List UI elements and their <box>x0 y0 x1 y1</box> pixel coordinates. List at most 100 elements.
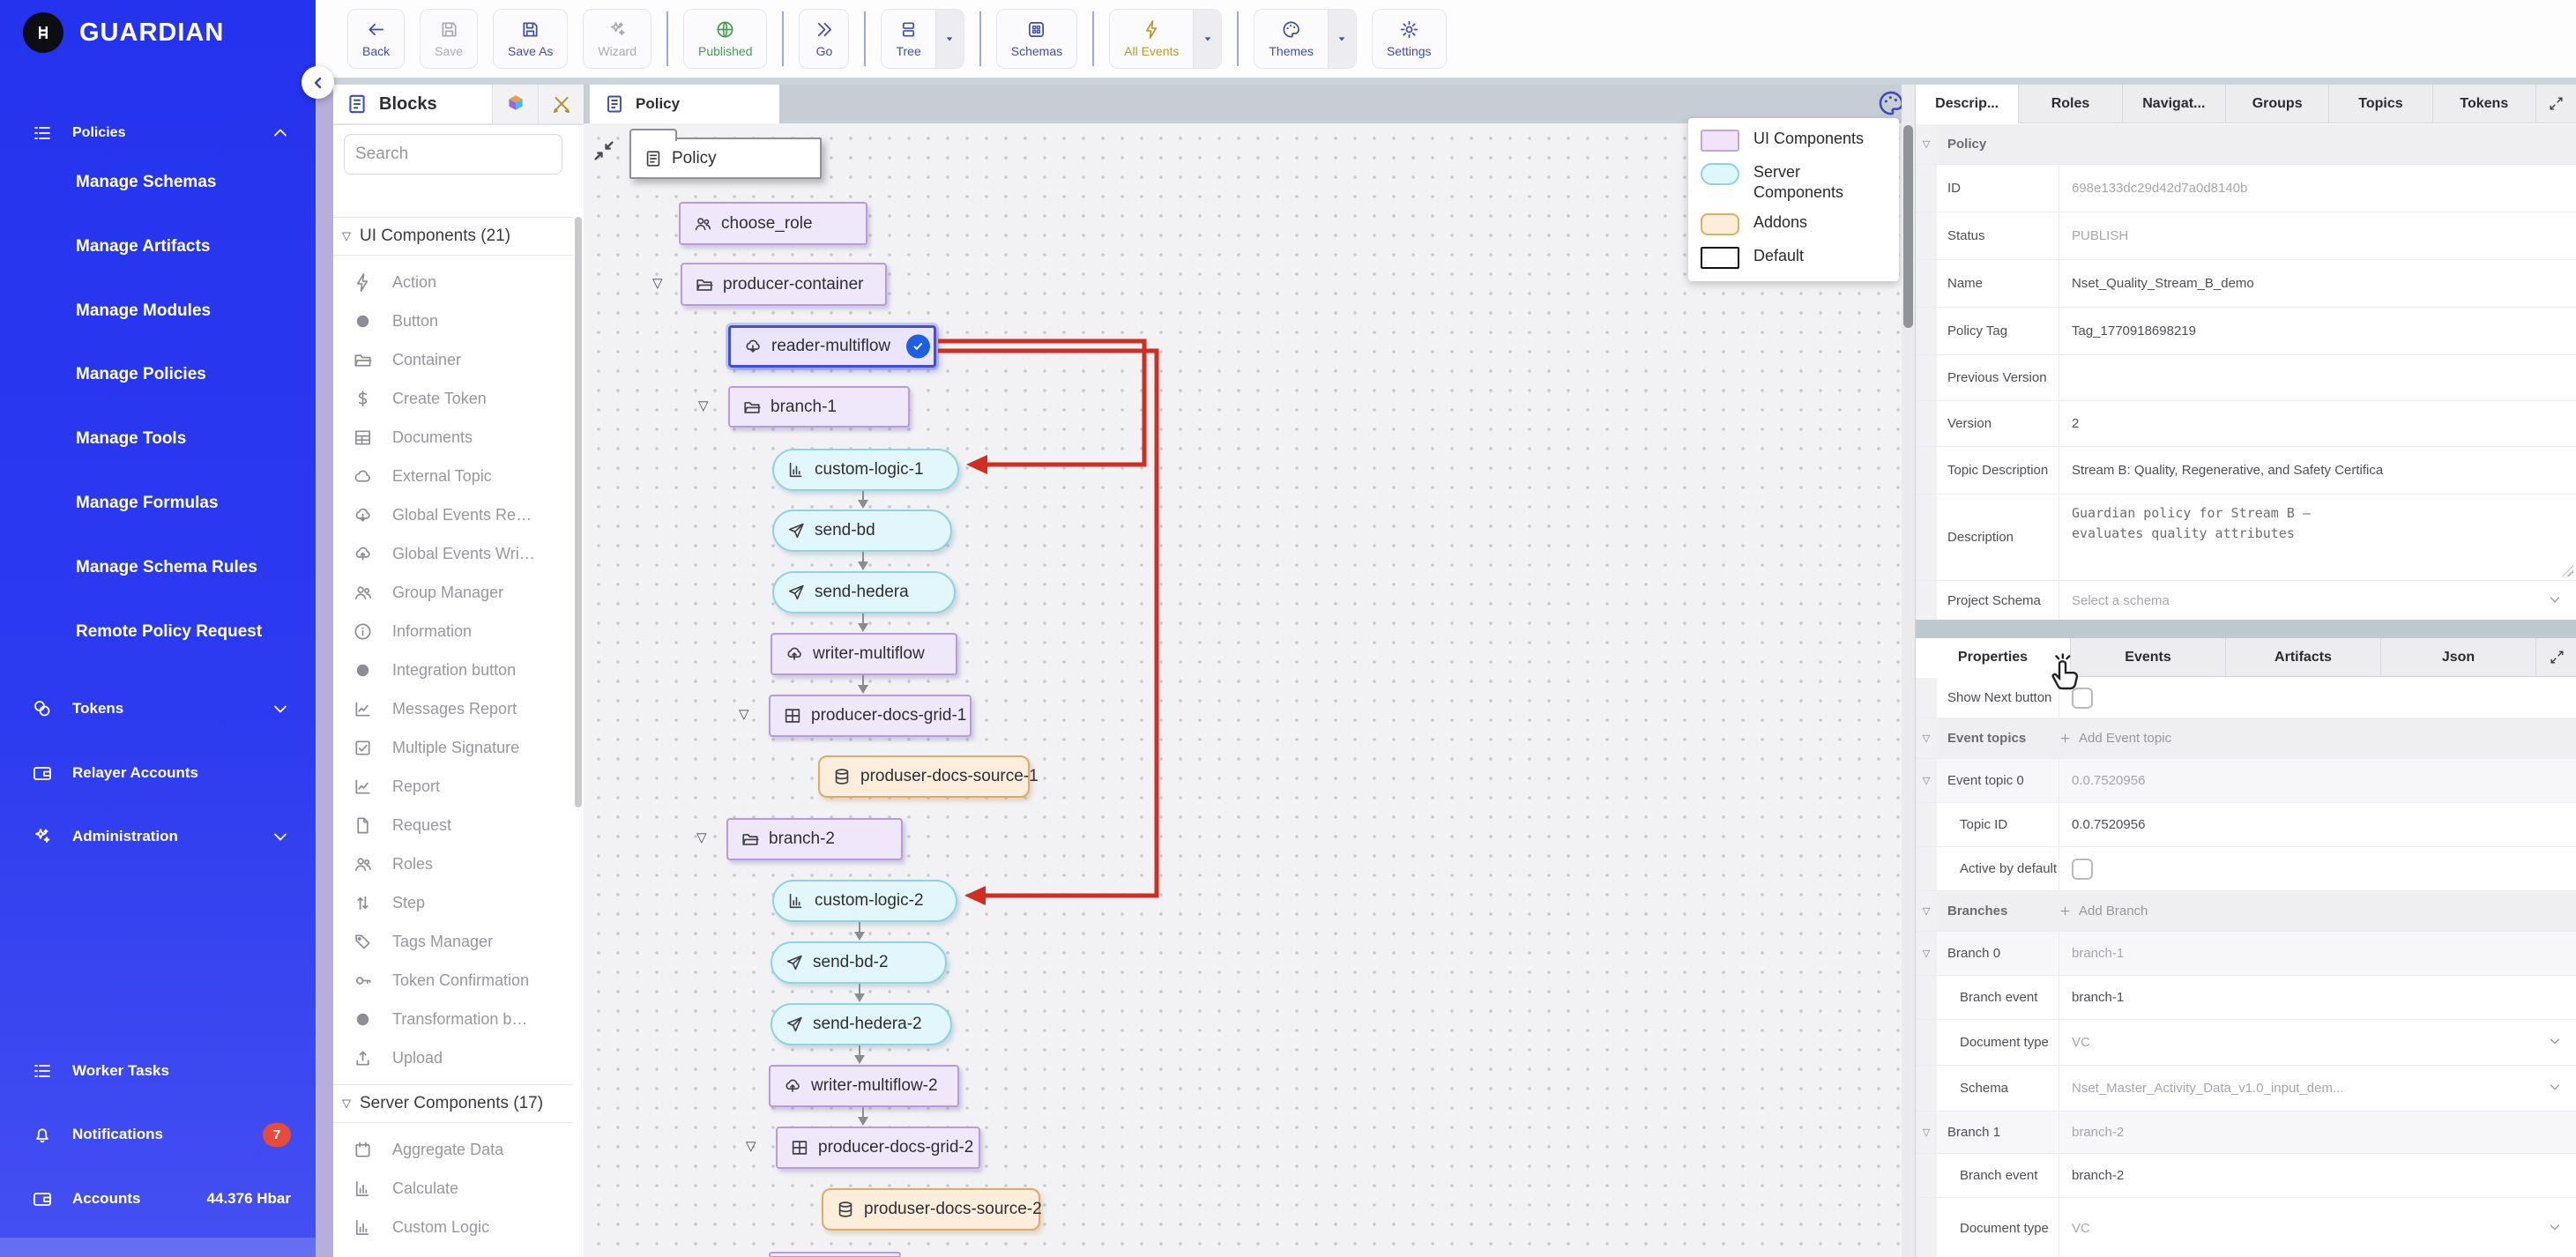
node-choose_role[interactable]: choose_role <box>679 202 867 245</box>
canvas-scrollbar[interactable] <box>1902 85 1915 1257</box>
field-project-schema[interactable]: Select a schema <box>2059 581 2576 621</box>
checkbox[interactable] <box>2072 859 2093 880</box>
block-item-external-data[interactable]: External Data <box>333 1246 573 1257</box>
block-item-multiple-signature[interactable]: Multiple Signature <box>333 728 573 767</box>
sidebar-subitem-manage-schemas[interactable]: Manage Schemas <box>76 173 216 192</box>
theme-palette-icon[interactable] <box>1876 88 1902 122</box>
panel-divider[interactable] <box>1916 620 2576 638</box>
props-tab-events[interactable]: Events <box>2071 638 2226 676</box>
node-partial-block[interactable] <box>769 1252 901 1257</box>
descr-tab-roles[interactable]: Roles <box>2019 85 2122 123</box>
expander-producer-docs-grid-2[interactable]: ▽ <box>746 1138 756 1154</box>
tree-dropdown-arrow[interactable] <box>935 10 964 68</box>
expander-producer-docs-grid-1[interactable]: ▽ <box>739 706 749 722</box>
expander-branch-1[interactable]: ▽ <box>698 398 709 413</box>
node-writer-multiflow-2[interactable]: writer-multiflow-2 <box>769 1065 959 1107</box>
block-item-upload[interactable]: Upload <box>333 1038 573 1077</box>
node-branch-1[interactable]: branch-1 <box>728 386 910 428</box>
block-item-container[interactable]: Container <box>333 340 573 379</box>
components-cube-tab[interactable] <box>492 85 538 123</box>
all events-dropdown-arrow[interactable] <box>1193 10 1221 68</box>
block-item-documents[interactable]: Documents <box>333 418 573 457</box>
descr-tab-tokens[interactable]: Tokens <box>2433 85 2536 123</box>
all-events-button[interactable]: All Events <box>1109 9 1222 69</box>
sidebar-item-relayer-accounts[interactable]: Relayer Accounts <box>0 753 316 793</box>
block-item-custom-logic[interactable]: Custom Logic <box>333 1208 573 1246</box>
add-button[interactable]: Add Event topic <box>2059 731 2171 746</box>
resize-handle[interactable] <box>2562 565 2573 576</box>
descr-tab-groups[interactable]: Groups <box>2226 85 2329 123</box>
sidebar-subitem-manage-artifacts[interactable]: Manage Artifacts <box>76 237 210 257</box>
tree-button[interactable]: Tree <box>881 9 964 69</box>
block-item-token-confirmation[interactable]: Token Confirmation <box>333 961 573 1000</box>
sidebar-subitem-manage-tools[interactable]: Manage Tools <box>76 429 186 449</box>
sidebar-subitem-manage-policies[interactable]: Manage Policies <box>76 365 206 384</box>
field-id[interactable]: 698e133dc29d42d7a0d8140b <box>2059 165 2576 212</box>
node-producer-container[interactable]: producer-container <box>681 263 887 306</box>
descr-expand-icon[interactable] <box>2536 85 2576 123</box>
field-topic-id[interactable]: 0.0.7520956 <box>2059 803 2576 846</box>
section-header-server-components-17-[interactable]: ▽Server Components (17) <box>333 1084 573 1123</box>
block-item-transformation-b-[interactable]: Transformation b… <box>333 1000 573 1038</box>
block-item-information[interactable]: Information <box>333 612 573 651</box>
node-send-hedera[interactable]: send-hedera <box>772 571 956 614</box>
node-branch-2[interactable]: branch-2 <box>726 818 903 860</box>
sidebar-collapse-button[interactable] <box>302 66 334 99</box>
fit-to-screen-icon[interactable] <box>591 138 622 169</box>
sidebar-item-policies[interactable]: Policies <box>0 113 316 153</box>
sidebar-subitem-manage-modules[interactable]: Manage Modules <box>76 301 211 321</box>
node-policy-root[interactable]: Policy <box>629 138 822 179</box>
field-schema[interactable]: Nset_Master_Activity_Data_v1.0_input_dem… <box>2059 1066 2576 1111</box>
wizard-button[interactable]: Wizard <box>583 9 651 69</box>
canvas-grid[interactable]: Policy choose_role producer-container ▽ read… <box>584 123 1902 1257</box>
sidebar-subitem-manage-formulas[interactable]: Manage Formulas <box>76 494 219 513</box>
node-producer-docs-grid-1[interactable]: producer-docs-grid-1 <box>769 695 972 737</box>
block-item-step[interactable]: Step <box>333 883 573 922</box>
field-topic-description[interactable]: Stream B: Quality, Regenerative, and Saf… <box>2059 447 2576 494</box>
descr-tab-navigat[interactable]: Navigat... <box>2123 85 2226 123</box>
descr-tab-descrip[interactable]: Descrip... <box>1916 85 2019 123</box>
block-item-external-topic[interactable]: External Topic <box>333 457 573 495</box>
block-item-roles[interactable]: Roles <box>333 844 573 883</box>
block-item-tags-manager[interactable]: Tags Manager <box>333 922 573 961</box>
field-description[interactable]: Guardian policy for Stream B — evaluates… <box>2059 495 2576 580</box>
node-send-bd-2[interactable]: send-bd-2 <box>771 941 947 984</box>
block-item-button[interactable]: Button <box>333 301 573 340</box>
block-item-group-manager[interactable]: Group Manager <box>333 573 573 612</box>
node-producer-docs-grid-2[interactable]: producer-docs-grid-2 <box>776 1127 980 1169</box>
field-status[interactable]: PUBLISH <box>2059 212 2576 259</box>
block-item-report[interactable]: Report <box>333 767 573 806</box>
field-document-type[interactable]: VC <box>2059 1198 2576 1257</box>
block-item-action[interactable]: Action <box>333 263 573 301</box>
descr-tab-topics[interactable]: Topics <box>2329 85 2432 123</box>
props-tab-json[interactable]: Json <box>2381 638 2536 676</box>
expander-producer-container[interactable]: ▽ <box>652 275 663 291</box>
sidebar-item-accounts[interactable]: Accounts44.376 Hbar <box>0 1179 316 1219</box>
field-show-next-button[interactable] <box>2059 678 2576 718</box>
field-document-type[interactable]: VC <box>2059 1020 2576 1065</box>
props-tab-artifacts[interactable]: Artifacts <box>2226 638 2381 676</box>
node-custom-logic-2[interactable]: custom-logic-2 <box>772 880 957 922</box>
block-item-calculate[interactable]: Calculate <box>333 1169 573 1208</box>
back-button[interactable]: Back <box>347 9 405 69</box>
node-reader-multiflow[interactable]: reader-multiflow <box>728 325 936 368</box>
block-item-integration-button[interactable]: Integration button <box>333 651 573 689</box>
add-button[interactable]: Add Branch <box>2059 904 2148 919</box>
save-button[interactable]: Save <box>420 9 478 69</box>
block-item-messages-report[interactable]: Messages Report <box>333 689 573 728</box>
themes-button[interactable]: Themes <box>1254 9 1357 69</box>
go-button[interactable]: Go <box>799 9 849 69</box>
save-as-button[interactable]: Save As <box>493 9 568 69</box>
node-send-hedera-2[interactable]: send-hedera-2 <box>771 1003 952 1045</box>
block-item-aggregate-data[interactable]: Aggregate Data <box>333 1130 573 1169</box>
blocks-scrollbar[interactable] <box>575 217 582 807</box>
field-name[interactable]: Nset_Quality_Stream_B_demo <box>2059 260 2576 307</box>
sidebar-subitem-remote-policy-request[interactable]: Remote Policy Request <box>76 622 262 642</box>
sidebar-item-notifications[interactable]: Notifications7 <box>0 1114 316 1155</box>
block-item-create-token[interactable]: Create Token <box>333 379 573 418</box>
tools-tab[interactable] <box>538 85 584 123</box>
schemas-button[interactable]: Schemas <box>996 9 1077 69</box>
block-item-request[interactable]: Request <box>333 806 573 844</box>
props-expand-icon[interactable] <box>2536 638 2576 676</box>
node-send-bd[interactable]: send-bd <box>772 509 952 552</box>
